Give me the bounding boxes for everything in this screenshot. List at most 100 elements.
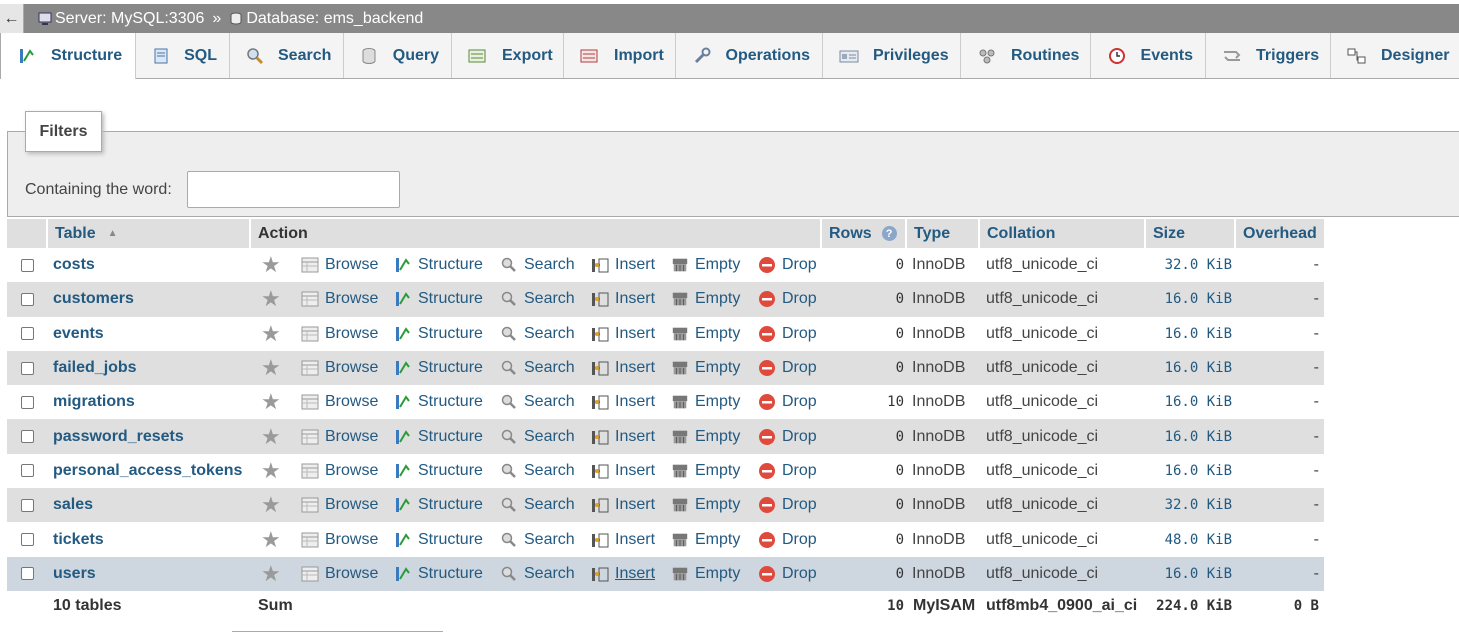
back-arrow-icon[interactable]: ←: [0, 4, 24, 33]
empty-action[interactable]: Empty: [671, 351, 740, 385]
header-overhead[interactable]: Overhead: [1236, 219, 1324, 248]
table-name-link[interactable]: tickets: [53, 522, 104, 556]
table-row[interactable]: tickets ★ Browse Structure Search Insert Empty…: [7, 522, 1324, 557]
header-collation[interactable]: Collation: [980, 219, 1146, 248]
favorite-star-icon[interactable]: ★: [261, 454, 281, 488]
browse-action[interactable]: Browse: [301, 282, 378, 316]
favorite-star-icon[interactable]: ★: [261, 488, 281, 522]
empty-action[interactable]: Empty: [671, 557, 740, 591]
insert-action[interactable]: Insert: [591, 454, 655, 488]
insert-action[interactable]: Insert: [591, 522, 655, 556]
header-table[interactable]: Table ▲: [48, 219, 251, 248]
row-checkbox[interactable]: [21, 419, 34, 453]
search-action[interactable]: Search: [500, 351, 575, 385]
tab-structure[interactable]: Structure: [0, 33, 136, 79]
tab-sql[interactable]: SQL: [136, 33, 230, 78]
structure-action[interactable]: Structure: [394, 385, 483, 419]
empty-action[interactable]: Empty: [671, 248, 740, 282]
insert-action[interactable]: Insert: [591, 419, 655, 453]
row-checkbox[interactable]: [21, 557, 34, 591]
table-row[interactable]: costs ★ Browse Structure Search Insert Empty Dr…: [7, 248, 1324, 283]
table-row[interactable]: sales ★ Browse Structure Search Insert Empty Dr…: [7, 488, 1324, 523]
browse-action[interactable]: Browse: [301, 317, 378, 351]
structure-action[interactable]: Structure: [394, 488, 483, 522]
browse-action[interactable]: Browse: [301, 248, 378, 282]
drop-action[interactable]: Drop: [758, 419, 817, 453]
browse-action[interactable]: Browse: [301, 522, 378, 556]
row-checkbox[interactable]: [21, 282, 34, 316]
table-name-link[interactable]: sales: [53, 488, 93, 522]
header-rows[interactable]: Rows?: [822, 219, 907, 248]
insert-action[interactable]: Insert: [591, 488, 655, 522]
row-size[interactable]: 48.0 KiB: [1146, 522, 1232, 556]
filter-word-input[interactable]: [187, 171, 400, 208]
row-checkbox[interactable]: [21, 488, 34, 522]
favorite-star-icon[interactable]: ★: [261, 522, 281, 556]
breadcrumb-database[interactable]: Database: ems_backend: [229, 10, 423, 28]
favorite-star-icon[interactable]: ★: [261, 317, 281, 351]
empty-action[interactable]: Empty: [671, 317, 740, 351]
favorite-star-icon[interactable]: ★: [261, 282, 281, 316]
insert-action[interactable]: Insert: [591, 282, 655, 316]
favorite-star-icon[interactable]: ★: [261, 351, 281, 385]
structure-action[interactable]: Structure: [394, 351, 483, 385]
browse-action[interactable]: Browse: [301, 351, 378, 385]
table-row[interactable]: password_resets ★ Browse Structure Search Ins…: [7, 419, 1324, 454]
drop-action[interactable]: Drop: [758, 488, 817, 522]
search-action[interactable]: Search: [500, 557, 575, 591]
structure-action[interactable]: Structure: [394, 317, 483, 351]
table-name-link[interactable]: users: [53, 557, 96, 591]
drop-action[interactable]: Drop: [758, 351, 817, 385]
favorite-star-icon[interactable]: ★: [261, 248, 281, 282]
search-action[interactable]: Search: [500, 419, 575, 453]
structure-action[interactable]: Structure: [394, 522, 483, 556]
help-icon[interactable]: ?: [881, 226, 897, 241]
table-name-link[interactable]: password_resets: [53, 419, 184, 453]
table-name-link[interactable]: failed_jobs: [53, 351, 137, 385]
search-action[interactable]: Search: [500, 454, 575, 488]
table-row[interactable]: customers ★ Browse Structure Search Insert Emp…: [7, 282, 1324, 317]
favorite-star-icon[interactable]: ★: [261, 557, 281, 591]
row-size[interactable]: 32.0 KiB: [1146, 248, 1232, 282]
insert-action[interactable]: Insert: [591, 317, 655, 351]
table-name-link[interactable]: costs: [53, 248, 95, 282]
empty-action[interactable]: Empty: [671, 488, 740, 522]
row-checkbox[interactable]: [21, 351, 34, 385]
search-action[interactable]: Search: [500, 385, 575, 419]
empty-action[interactable]: Empty: [671, 282, 740, 316]
browse-action[interactable]: Browse: [301, 557, 378, 591]
tab-operations[interactable]: Operations: [676, 33, 823, 78]
empty-action[interactable]: Empty: [671, 385, 740, 419]
insert-action[interactable]: Insert: [591, 351, 655, 385]
row-size[interactable]: 16.0 KiB: [1146, 385, 1232, 419]
browse-action[interactable]: Browse: [301, 488, 378, 522]
row-size[interactable]: 32.0 KiB: [1146, 488, 1232, 522]
search-action[interactable]: Search: [500, 282, 575, 316]
empty-action[interactable]: Empty: [671, 419, 740, 453]
browse-action[interactable]: Browse: [301, 385, 378, 419]
table-name-link[interactable]: migrations: [53, 385, 135, 419]
tab-query[interactable]: Query: [344, 33, 452, 78]
table-name-link[interactable]: customers: [53, 282, 134, 316]
row-size[interactable]: 16.0 KiB: [1146, 557, 1232, 591]
drop-action[interactable]: Drop: [758, 557, 817, 591]
empty-action[interactable]: Empty: [671, 522, 740, 556]
row-size[interactable]: 16.0 KiB: [1146, 282, 1232, 316]
row-checkbox[interactable]: [21, 522, 34, 556]
table-row[interactable]: migrations ★ Browse Structure Search Insert Em…: [7, 385, 1324, 420]
browse-action[interactable]: Browse: [301, 419, 378, 453]
row-size[interactable]: 16.0 KiB: [1146, 419, 1232, 453]
row-size[interactable]: 16.0 KiB: [1146, 454, 1232, 488]
row-checkbox[interactable]: [21, 248, 34, 282]
table-row[interactable]: failed_jobs ★ Browse Structure Search Insert E…: [7, 350, 1324, 386]
favorite-star-icon[interactable]: ★: [261, 385, 281, 419]
search-action[interactable]: Search: [500, 317, 575, 351]
tab-events[interactable]: Events: [1091, 33, 1206, 78]
header-size[interactable]: Size: [1146, 219, 1236, 248]
search-action[interactable]: Search: [500, 248, 575, 282]
row-checkbox[interactable]: [21, 385, 34, 419]
table-name-link[interactable]: personal_access_tokens: [53, 454, 242, 488]
breadcrumb-server[interactable]: Server: MySQL:3306: [38, 10, 204, 28]
insert-action[interactable]: Insert: [591, 385, 655, 419]
structure-action[interactable]: Structure: [394, 419, 483, 453]
